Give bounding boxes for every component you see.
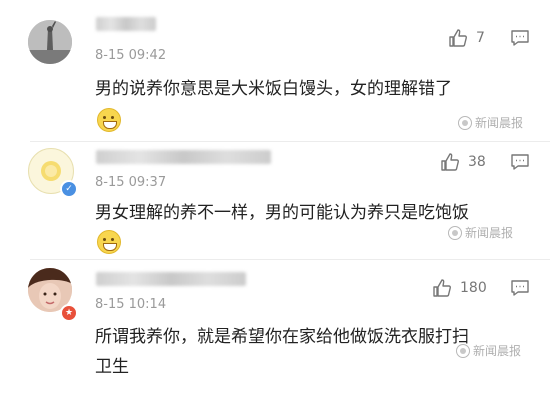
- watermark-logo-icon: [456, 343, 470, 358]
- thumbs-up-icon: [448, 28, 468, 48]
- comment-text: 男女理解的养不一样，男的可能认为养只是吃饱饭: [95, 203, 469, 223]
- username-blurred[interactable]: [96, 150, 271, 164]
- like-count: 180: [460, 280, 487, 296]
- verified-badge-icon: ✓: [60, 180, 78, 198]
- comment-item: ✓ 8-15 09:37 38 男女理解的养不一样，男的可能认为养只是吃饱饭 新…: [0, 142, 550, 260]
- avatar[interactable]: [28, 20, 72, 64]
- thumbs-up-icon: [432, 278, 452, 298]
- grin-emoji: [97, 230, 121, 254]
- comment-bubble-icon[interactable]: [510, 280, 530, 296]
- comment-time: 8-15 09:42: [95, 48, 167, 63]
- like-count: 7: [476, 30, 485, 46]
- like-count: 38: [468, 154, 486, 170]
- username-blurred[interactable]: [96, 272, 246, 286]
- watermark: 新闻晨报: [458, 114, 523, 131]
- comment-list: 8-15 09:42 7 男的说养你意思是大米饭白馒头，女的理解错了 新闻晨报: [0, 0, 550, 404]
- like-button[interactable]: 7: [448, 26, 485, 50]
- comment-bubble-icon[interactable]: [510, 154, 530, 170]
- crying-laugh-emoji: [97, 108, 121, 132]
- comment-time: 8-15 10:14: [95, 297, 167, 312]
- watermark: 新闻晨报: [448, 224, 513, 241]
- like-button[interactable]: 180: [432, 276, 487, 300]
- watermark-logo-icon: [458, 115, 472, 130]
- comment-bubble-icon[interactable]: [510, 30, 530, 46]
- comment-text: 卫生: [95, 357, 129, 377]
- watermark-text: 新闻晨报: [473, 344, 522, 358]
- level-badge-icon: ★: [60, 304, 78, 322]
- statue-avatar-image: [28, 20, 72, 64]
- watermark-logo-icon: [448, 225, 462, 240]
- watermark-text: 新闻晨报: [465, 226, 514, 240]
- comment-time: 8-15 09:37: [95, 175, 167, 190]
- comment-item: ★ 8-15 10:14 180 所谓我养你，就是希望你在家给他做饭洗衣服打扫 …: [0, 260, 550, 404]
- comment-text: 所谓我养你，就是希望你在家给他做饭洗衣服打扫: [95, 327, 469, 347]
- username-blurred[interactable]: [96, 17, 156, 31]
- watermark: 新闻晨报: [456, 342, 521, 359]
- comment-item: 8-15 09:42 7 男的说养你意思是大米饭白馒头，女的理解错了 新闻晨报: [0, 0, 550, 142]
- comment-text: 男的说养你意思是大米饭白馒头，女的理解错了: [95, 79, 452, 99]
- like-button[interactable]: 38: [440, 150, 486, 174]
- thumbs-up-icon: [440, 152, 460, 172]
- watermark-text: 新闻晨报: [475, 116, 524, 130]
